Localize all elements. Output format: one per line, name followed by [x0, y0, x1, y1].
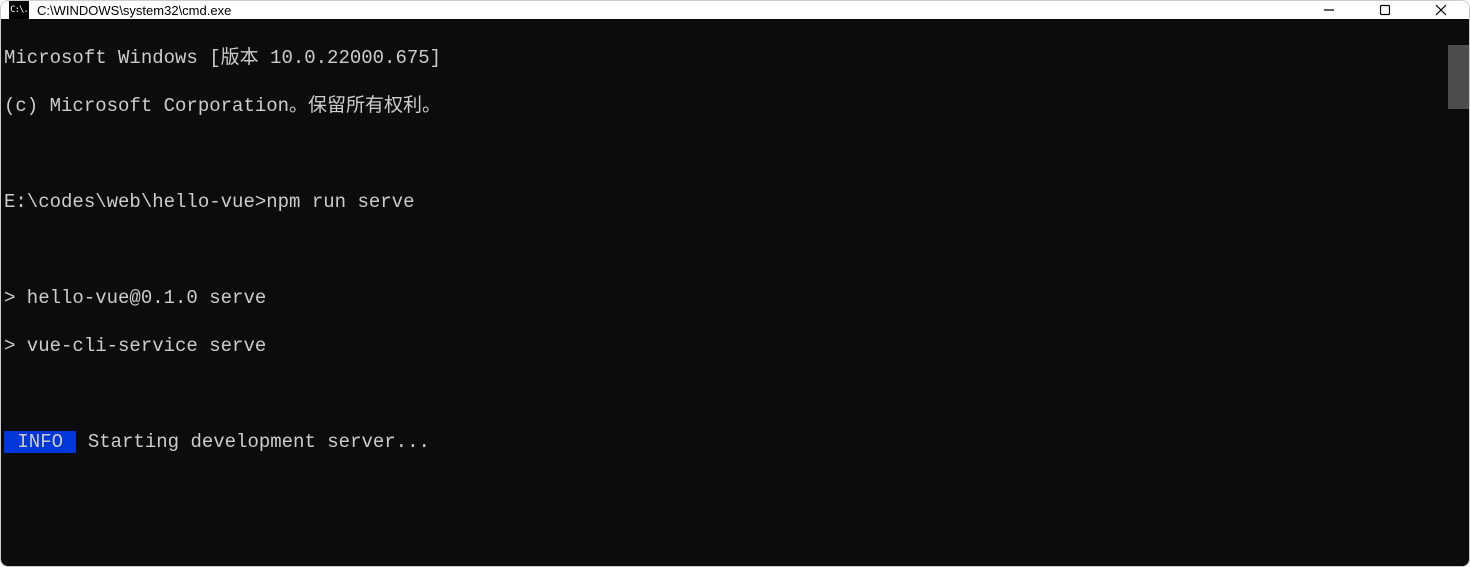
window-title: C:\WINDOWS\system32\cmd.exe	[37, 3, 231, 18]
terminal-area: Microsoft Windows [版本 10.0.22000.675] (c…	[1, 19, 1469, 567]
blank-line	[4, 142, 1448, 166]
blank-line	[4, 478, 1448, 502]
close-button[interactable]	[1413, 1, 1469, 19]
cmd-window: C:\. C:\WINDOWS\system32\cmd.exe Microso…	[0, 0, 1470, 567]
info-line: INFO Starting development server...	[4, 430, 1448, 454]
maximize-button[interactable]	[1357, 1, 1413, 19]
blank-line	[4, 526, 1448, 550]
scrollbar[interactable]	[1448, 19, 1469, 567]
blank-line	[4, 382, 1448, 406]
prompt-line: E:\codes\web\hello-vue>npm run serve	[4, 190, 1448, 214]
cmd-icon: C:\.	[9, 1, 29, 19]
info-badge: INFO	[4, 431, 76, 453]
scrollbar-track-top[interactable]	[1448, 19, 1469, 45]
terminal-output[interactable]: Microsoft Windows [版本 10.0.22000.675] (c…	[1, 19, 1448, 567]
npm-script-line: > hello-vue@0.1.0 serve	[4, 286, 1448, 310]
banner-line: Microsoft Windows [版本 10.0.22000.675]	[4, 46, 1448, 70]
blank-line	[4, 238, 1448, 262]
window-controls	[1301, 1, 1469, 19]
npm-script-line: > vue-cli-service serve	[4, 334, 1448, 358]
scrollbar-thumb[interactable]	[1448, 45, 1469, 109]
titlebar[interactable]: C:\. C:\WINDOWS\system32\cmd.exe	[1, 1, 1469, 19]
copyright-line: (c) Microsoft Corporation。保留所有权利。	[4, 94, 1448, 118]
minimize-button[interactable]	[1301, 1, 1357, 19]
